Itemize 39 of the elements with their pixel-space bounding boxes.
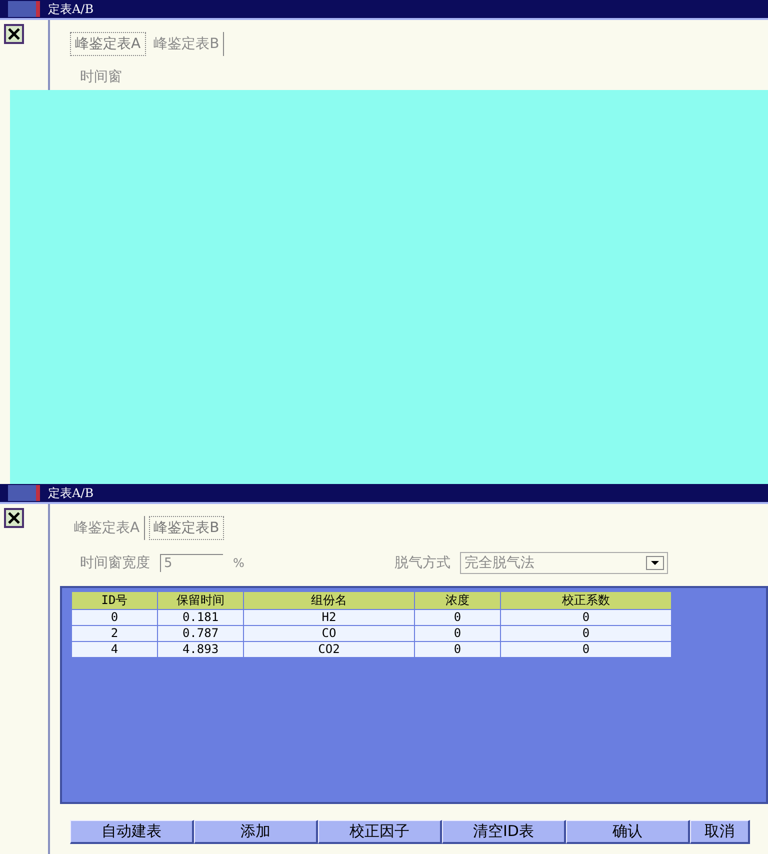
- field-label: 时间窗: [80, 68, 122, 86]
- column-header: 组份名: [244, 592, 415, 609]
- action-button[interactable]: 校正因子: [318, 820, 442, 844]
- table-cell: 0: [415, 626, 501, 641]
- column-header: ID号: [72, 592, 158, 609]
- action-button[interactable]: 取消: [690, 820, 750, 844]
- table-cell: 4.893: [158, 642, 244, 657]
- window-title: 定表A/B: [48, 0, 94, 18]
- table-cell: 0: [501, 642, 672, 657]
- table-cell: 0: [72, 610, 158, 625]
- action-button[interactable]: 自动建表: [70, 820, 194, 844]
- column-header: 保留时间: [158, 592, 244, 609]
- action-button[interactable]: 添加: [194, 820, 318, 844]
- table-cell: 0: [415, 642, 501, 657]
- table-cell: 0: [415, 610, 501, 625]
- table-cell: CO2: [244, 642, 415, 657]
- unit-label: %: [233, 556, 244, 570]
- close-icon[interactable]: [4, 24, 24, 44]
- close-icon[interactable]: [4, 508, 24, 528]
- app-icon: [8, 485, 40, 501]
- dropdown-value: 完全脱气法: [464, 554, 534, 572]
- table-cell: CO: [244, 626, 415, 641]
- table-cell: H2: [244, 610, 415, 625]
- table-cell: 0: [501, 626, 672, 641]
- tab[interactable]: 峰鉴定表B: [148, 516, 224, 540]
- table-cell: 0: [501, 610, 672, 625]
- action-button[interactable]: 确认: [566, 820, 690, 844]
- table-cell: 2: [72, 626, 158, 641]
- action-button[interactable]: 清空ID表: [442, 820, 566, 844]
- window-title: 定表A/B: [48, 484, 94, 502]
- column-header: 校正系数: [501, 592, 672, 609]
- table-cell: 0.181: [158, 610, 244, 625]
- table-cell: 0.787: [158, 626, 244, 641]
- column-header: 浓度: [415, 592, 501, 609]
- field-label: 脱气方式: [394, 554, 450, 572]
- table-cell: 4: [72, 642, 158, 657]
- tab[interactable]: 峰鉴定表A: [70, 32, 146, 56]
- app-icon: [8, 1, 40, 17]
- field-label: 时间窗宽度: [80, 554, 150, 572]
